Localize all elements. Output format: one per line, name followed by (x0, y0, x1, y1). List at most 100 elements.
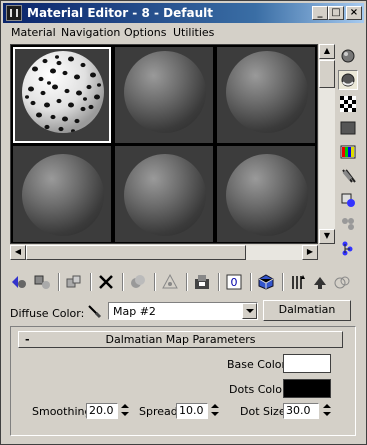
spot (90, 72, 96, 78)
pick-material-icon[interactable] (84, 302, 104, 320)
app-icon[interactable] (6, 5, 22, 21)
base-color-label: Base Color (227, 358, 287, 371)
show-end-result-icon[interactable] (256, 272, 276, 292)
map-select-value: Map #2 (113, 305, 156, 318)
get-material-icon[interactable] (8, 272, 28, 292)
spot (56, 98, 62, 104)
spot (88, 104, 94, 110)
toolbar-separator (282, 273, 284, 291)
scroll-up-icon[interactable]: ▲ (319, 44, 335, 59)
menu-bar: Material Navigation Options Utilities (3, 24, 364, 42)
sample-slot-3[interactable] (217, 47, 315, 143)
material-map-navigator-icon[interactable] (338, 238, 358, 258)
vertical-scroll-thumb[interactable] (319, 60, 335, 88)
sample-slot-6[interactable] (217, 146, 315, 242)
spot (74, 74, 80, 80)
sphere-preview (22, 154, 104, 236)
menu-material[interactable]: Material (11, 26, 56, 39)
background-checker-icon[interactable] (338, 94, 358, 114)
spot (62, 116, 68, 122)
spread-spinner-icon[interactable] (210, 403, 220, 419)
maximize-button[interactable]: □ (328, 6, 344, 20)
sample-type-icon[interactable] (338, 46, 358, 66)
reset-map-icon[interactable] (96, 272, 116, 292)
map-select-dropdown[interactable]: Map #2 (108, 302, 258, 320)
horizontal-scrollbar[interactable]: ◀ ▶ (10, 245, 318, 260)
sample-slot-2[interactable] (115, 47, 213, 143)
material-id-channel-icon[interactable] (192, 272, 212, 292)
sample-slot-5[interactable] (115, 146, 213, 242)
options-icon[interactable] (338, 190, 358, 210)
spot (64, 88, 70, 94)
close-button[interactable]: × (346, 6, 362, 20)
go-to-parent-icon[interactable] (288, 272, 308, 292)
sphere-preview (124, 154, 206, 236)
base-color-swatch[interactable] (283, 354, 331, 373)
spot (68, 56, 74, 62)
horizontal-scroll-thumb[interactable] (26, 245, 246, 260)
svg-text:0: 0 (231, 276, 238, 289)
title-bar[interactable]: Material Editor - 8 - Default _ □ × (3, 3, 364, 23)
menu-navigation[interactable]: Navigation (61, 26, 120, 39)
spot (80, 106, 86, 112)
menu-utilities[interactable]: Utilities (173, 26, 214, 39)
backlight-icon[interactable] (338, 70, 358, 90)
toolbar-separator (218, 273, 220, 291)
show-map-in-viewport-icon[interactable]: 0 (224, 272, 244, 292)
side-toolbar (338, 44, 360, 264)
spot (25, 95, 29, 99)
uv-tiling-icon[interactable] (338, 118, 358, 138)
make-preview-icon[interactable] (338, 166, 358, 186)
vertical-scrollbar[interactable]: ▲ ▼ (319, 44, 335, 244)
spot (50, 68, 56, 74)
diffuse-color-label: Diffuse Color: (10, 307, 85, 320)
select-by-material-icon[interactable] (338, 214, 358, 234)
spot (86, 84, 92, 90)
spot (68, 102, 74, 108)
minimize-button[interactable]: _ (312, 6, 328, 20)
spot (40, 90, 46, 96)
spot (50, 114, 56, 120)
make-unique-icon[interactable] (128, 272, 148, 292)
dot-size-spinner-icon[interactable] (322, 403, 332, 419)
bottom-toolbar: 0 (6, 270, 362, 294)
dot-size-input[interactable]: 30.0 (283, 403, 319, 419)
spot (38, 76, 44, 82)
spot (32, 66, 38, 72)
sphere-preview (226, 154, 308, 236)
dots-color-swatch[interactable] (283, 379, 331, 398)
spread-input[interactable]: 10.0 (176, 403, 208, 419)
spot (52, 84, 58, 90)
smoothing-label: Smoothing (32, 405, 92, 418)
sphere-preview (124, 51, 206, 133)
chevron-down-icon[interactable] (242, 303, 257, 319)
map-type-button[interactable]: Dalmatian (263, 300, 351, 321)
menu-options[interactable]: Options (124, 26, 166, 39)
video-color-check-icon[interactable] (338, 142, 358, 162)
dots-color-label: Dots Color (229, 383, 287, 396)
smoothing-spinner-icon[interactable] (120, 403, 130, 419)
toolbar-separator (250, 273, 252, 291)
go-forward-to-sibling-icon[interactable] (310, 272, 330, 292)
sphere-preview (226, 51, 308, 133)
spot (55, 55, 59, 59)
smoothing-input[interactable]: 20.0 (86, 403, 118, 419)
put-to-library-icon[interactable] (160, 272, 180, 292)
put-to-scene-icon[interactable] (32, 272, 52, 292)
spot (62, 70, 68, 76)
spread-label: Spread (139, 405, 178, 418)
spot (42, 58, 48, 64)
spot (58, 126, 64, 132)
spot (44, 124, 50, 130)
rollout-header[interactable]: - Dalmatian Map Parameters (18, 331, 343, 348)
scroll-left-icon[interactable]: ◀ (10, 245, 26, 260)
scroll-right-icon[interactable]: ▶ (302, 245, 318, 260)
assign-to-selection-icon[interactable] (64, 272, 84, 292)
material-effects-icon[interactable] (332, 272, 352, 292)
spot (83, 97, 87, 101)
sample-slot-1[interactable] (13, 47, 111, 143)
scroll-down-icon[interactable]: ▼ (319, 229, 335, 244)
dot-size-label: Dot Size (240, 405, 286, 418)
sample-slot-4[interactable] (13, 146, 111, 242)
spot (47, 81, 51, 85)
